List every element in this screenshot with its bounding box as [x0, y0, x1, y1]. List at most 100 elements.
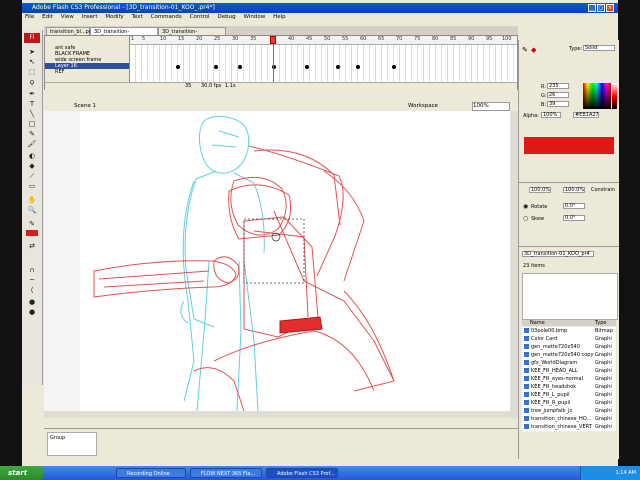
stage-horizontal-scrollbar[interactable] — [44, 411, 518, 418]
snap-icon[interactable]: ∩ — [26, 266, 38, 274]
smooth-icon[interactable]: ~ — [26, 276, 38, 284]
pencil-tool-icon[interactable]: ✎ — [26, 130, 38, 138]
maximize-icon[interactable]: □ — [597, 4, 605, 12]
workspace-menu[interactable]: Workspace — [408, 101, 438, 111]
red-value-input[interactable]: 235 — [547, 83, 569, 89]
skew-input[interactable]: 0.0° — [563, 215, 585, 221]
menu-file[interactable]: File — [22, 13, 37, 22]
taskbar: start Recording Online FLOW NEXT 365 Fla… — [0, 466, 640, 480]
alpha-input[interactable]: 100% — [541, 112, 561, 118]
fill-color-icon[interactable] — [26, 230, 38, 236]
scale-height-input[interactable]: 100.0% — [563, 187, 585, 193]
ruler-tick: 1 — [131, 36, 135, 42]
scale-width-input[interactable]: 100.0% — [529, 187, 551, 193]
keyframe[interactable] — [336, 65, 340, 69]
taskbar-item[interactable]: Recording Online — [116, 468, 186, 478]
library-panel: 3D_transition-01_KOO_pr4 23 items Name T… — [518, 246, 619, 459]
color-type-select[interactable]: Solid — [583, 45, 615, 51]
blue-label: B: — [541, 102, 547, 108]
pen-tool-icon[interactable]: ✒ — [26, 90, 38, 98]
scene-name[interactable]: Scene 1 — [74, 101, 96, 111]
paint-bucket-tool-icon[interactable]: ◆ — [26, 162, 38, 170]
menu-control[interactable]: Control — [187, 13, 213, 22]
hand-tool-icon[interactable]: ✋ — [26, 196, 38, 204]
library-column-header: Name Type — [522, 320, 616, 326]
lasso-tool-icon[interactable]: ϙ — [26, 78, 38, 86]
straighten-icon[interactable]: ⟨ — [26, 286, 38, 294]
tab-document-3[interactable]: 3D_transition-01_KOO_ss3 — [158, 27, 226, 43]
menu-debug[interactable]: Debug — [214, 13, 238, 22]
zoom-select[interactable]: 100% — [472, 102, 510, 111]
text-tool-icon[interactable]: T — [26, 100, 38, 108]
clock: 1:14 AM — [615, 470, 636, 476]
tab-document-2[interactable]: 3D_transition-01_KOO_pr4* — [90, 27, 158, 43]
keyframe[interactable] — [305, 65, 309, 69]
menu-commands[interactable]: Commands — [148, 13, 185, 22]
name-column-header[interactable]: Name — [530, 320, 545, 326]
ink-bottle-tool-icon[interactable]: ◐ — [26, 152, 38, 160]
window-title: Adobe Flash CS3 Professional - [3D_trans… — [32, 4, 215, 11]
library-item[interactable]: transition_chinese_VERT Graphi — [522, 423, 616, 432]
properties-selection-box: Group — [47, 432, 97, 456]
sketch-drawing[interactable] — [44, 111, 510, 411]
brush-tool-icon[interactable]: 🖌 — [26, 140, 38, 148]
selection-tool-icon[interactable]: ➤ — [26, 48, 38, 56]
line-tool-icon[interactable]: ╲ — [26, 110, 38, 118]
close-icon[interactable]: × — [606, 4, 614, 12]
ruler-tick: 80 — [432, 36, 439, 42]
playhead-handle[interactable] — [270, 36, 276, 44]
zoom-tool-icon[interactable]: 🔍 — [26, 206, 38, 214]
constrain-checkbox[interactable]: Constrain — [591, 187, 615, 193]
ruler-tick: 60 — [360, 36, 367, 42]
library-document-select[interactable]: 3D_transition-01_KOO_pr4 — [522, 251, 594, 257]
swap-colors-icon[interactable]: ⇄ — [26, 242, 38, 250]
rotate-radio-icon[interactable]: ◉ — [523, 203, 528, 210]
free-transform-tool-icon[interactable]: ⬚ — [26, 68, 38, 76]
menu-help[interactable]: Help — [270, 13, 289, 22]
start-button[interactable]: start — [0, 466, 44, 480]
hex-input[interactable]: #EB1A27 — [573, 112, 599, 118]
stage-vertical-scrollbar[interactable] — [510, 111, 518, 411]
menu-text[interactable]: Text — [129, 13, 146, 22]
alpha-label: Alpha: — [523, 113, 539, 119]
stroke-pencil-icon[interactable]: ✎ — [522, 46, 528, 54]
brush-shape-icon[interactable]: ● — [26, 308, 38, 316]
menu-edit[interactable]: Edit — [39, 13, 56, 22]
layer-row[interactable]: REF — [45, 69, 129, 75]
taskbar-item-active[interactable]: Adobe Flash CS3 Prof... — [266, 468, 338, 478]
brightness-slider[interactable] — [612, 83, 617, 109]
green-label: G: — [541, 93, 547, 99]
tab-document-1[interactable]: transition_bl...pr* — [46, 27, 93, 35]
fill-bucket-icon[interactable]: ◆ — [531, 46, 536, 54]
stroke-color-icon[interactable]: ✎ — [26, 220, 38, 228]
keyframe[interactable] — [392, 65, 396, 69]
ruler-tick: 15 — [178, 36, 185, 42]
subselection-tool-icon[interactable]: ↖ — [26, 58, 38, 66]
brush-size-icon[interactable]: ● — [26, 298, 38, 306]
rectangle-tool-icon[interactable]: □ — [26, 120, 38, 128]
graphic-icon — [524, 360, 529, 365]
stage[interactable] — [44, 111, 510, 411]
rotate-input[interactable]: 0.0° — [563, 203, 585, 209]
ruler-tick: 10 — [160, 36, 167, 42]
frame-ruler[interactable]: 1 5 10 15 20 25 30 35 40 45 50 55 60 65 … — [130, 36, 517, 45]
color-type-label: Type: — [569, 46, 583, 52]
taskbar-item[interactable]: FLOW NEXT 365 Fla... — [190, 468, 262, 478]
menu-window[interactable]: Window — [241, 13, 269, 22]
skew-radio-icon[interactable]: ○ — [523, 215, 528, 222]
eraser-tool-icon[interactable]: ▭ — [26, 182, 38, 190]
keyframe[interactable] — [238, 65, 242, 69]
minimize-icon[interactable]: _ — [588, 4, 596, 12]
green-value-input[interactable]: 26 — [547, 92, 569, 98]
menu-insert[interactable]: Insert — [79, 13, 101, 22]
eyedropper-tool-icon[interactable]: ⟋ — [26, 172, 38, 180]
menu-view[interactable]: View — [58, 13, 77, 22]
color-spectrum[interactable] — [583, 83, 611, 109]
keyframe[interactable] — [356, 65, 360, 69]
keyframe[interactable] — [214, 65, 218, 69]
blue-value-input[interactable]: 39 — [547, 101, 569, 107]
menu-modify[interactable]: Modify — [102, 13, 126, 22]
selection-type-label: Group — [50, 435, 66, 441]
keyframe[interactable] — [176, 65, 180, 69]
type-column-header[interactable]: Type — [595, 320, 606, 326]
